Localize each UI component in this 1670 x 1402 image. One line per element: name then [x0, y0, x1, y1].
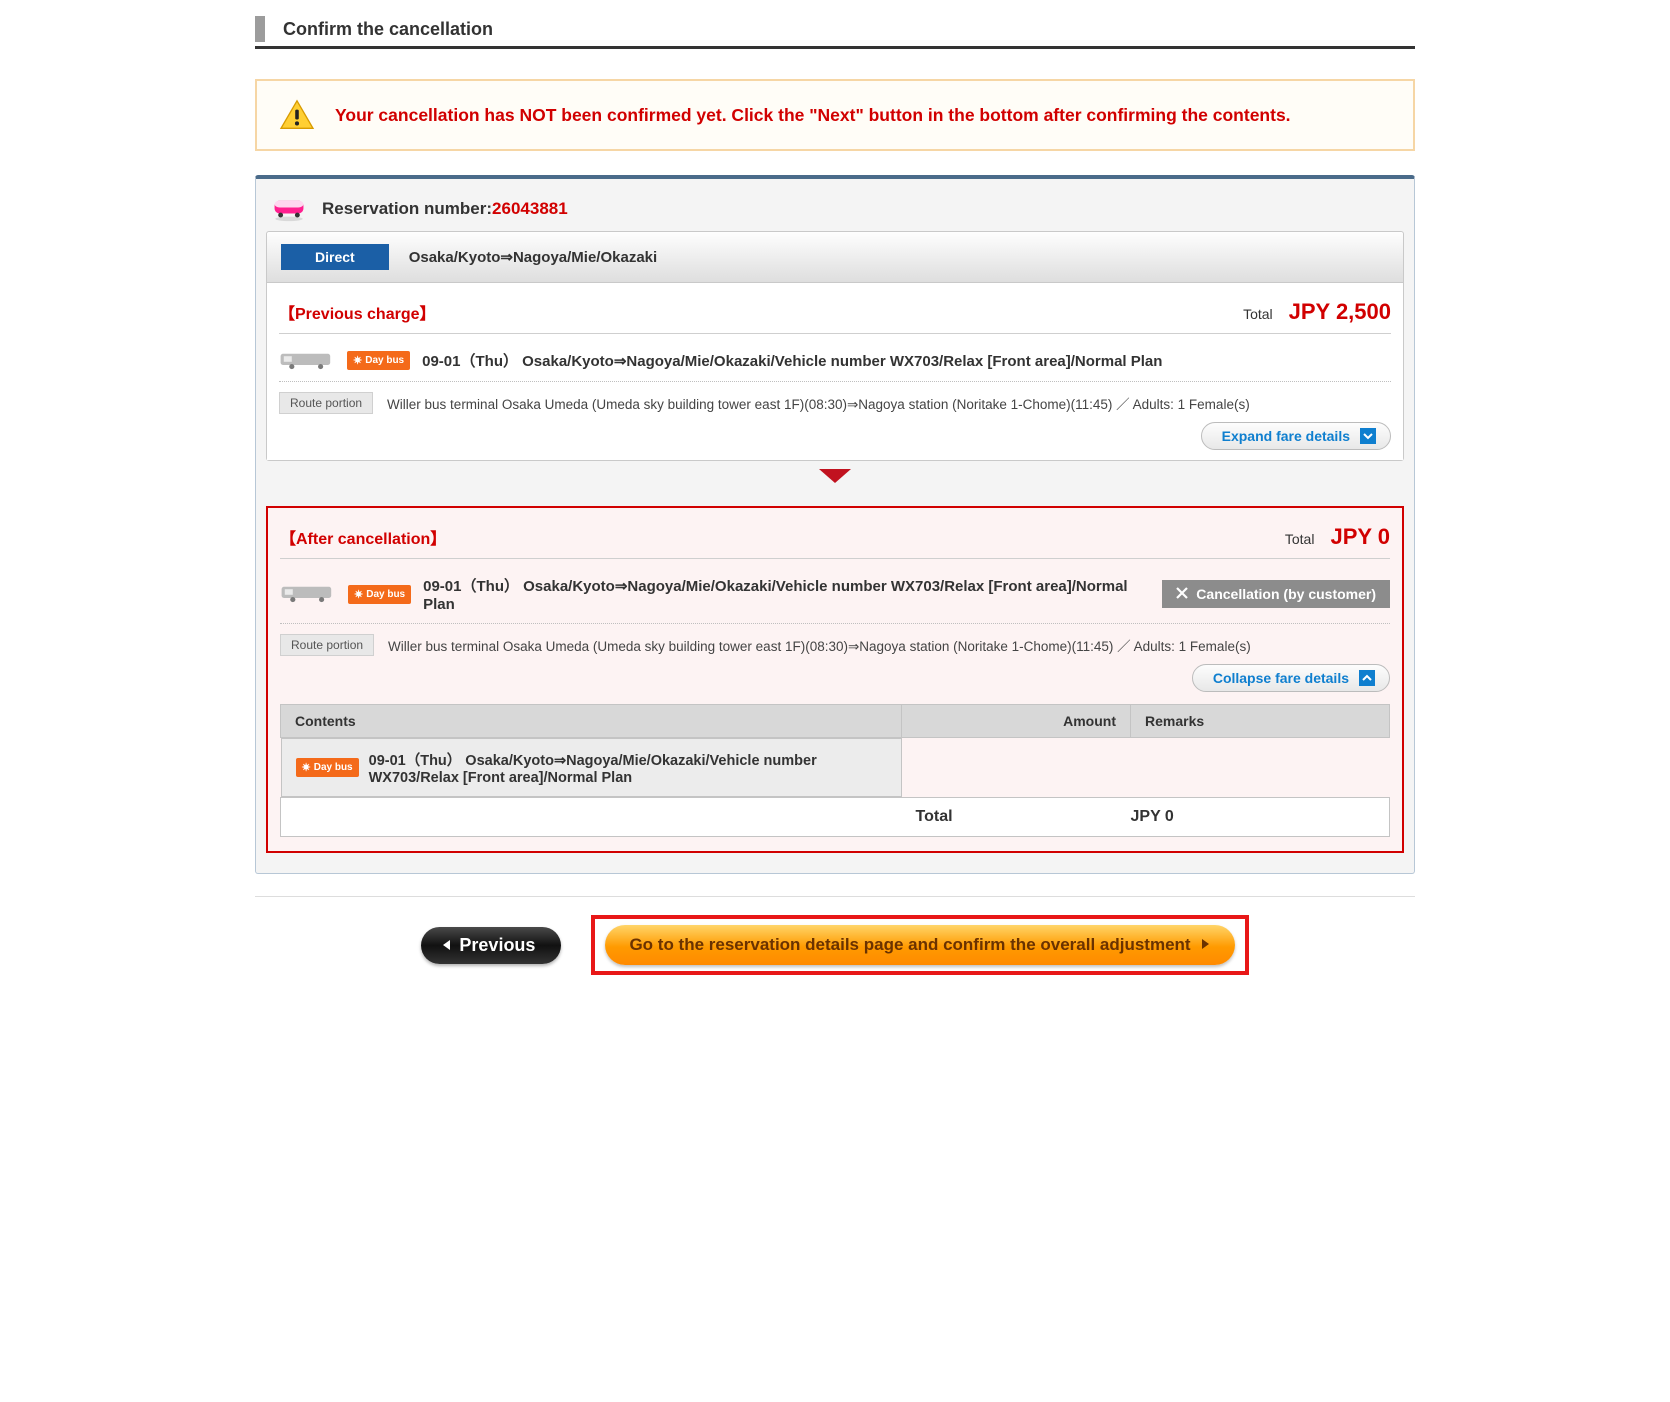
- table-row: Day bus 09-01（Thu） Osaka/Kyoto⇒Nagoya/Mi…: [281, 738, 1390, 798]
- bus-icon: [270, 195, 308, 223]
- chevron-up-icon: [1359, 670, 1375, 686]
- previous-trip-description: 09-01（Thu） Osaka/Kyoto⇒Nagoya/Mie/Okazak…: [422, 350, 1162, 371]
- fare-total-value: JPY 0: [1131, 798, 1390, 837]
- warning-banner: Your cancellation has NOT been confirmed…: [255, 79, 1415, 151]
- day-bus-badge: Day bus: [348, 585, 411, 604]
- fare-total-label: Total: [902, 798, 1131, 837]
- after-cancellation-panel: 【After cancellation】 Total JPY 0 Day bus: [266, 506, 1404, 853]
- previous-charge-panel: 【Previous charge】 Total JPY 2,500: [267, 283, 1403, 460]
- page-title-bar: Confirm the cancellation: [255, 10, 1415, 49]
- next-button-label: Go to the reservation details page and c…: [629, 935, 1190, 955]
- reservation-number-label: Reservation number:: [322, 199, 492, 219]
- day-bus-badge: Day bus: [347, 351, 410, 370]
- reservation-number-value: 26043881: [492, 199, 568, 219]
- fare-row-contents: 09-01（Thu） Osaka/Kyoto⇒Nagoya/Mie/Okazak…: [369, 749, 887, 786]
- reservation-card: Reservation number: 26043881 Direct Osak…: [255, 175, 1415, 874]
- cancellation-badge-label: Cancellation (by customer): [1196, 586, 1376, 602]
- previous-total-value: JPY 2,500: [1289, 299, 1391, 325]
- route-block: Direct Osaka/Kyoto⇒Nagoya/Mie/Okazaki 【P…: [266, 231, 1404, 461]
- route-name: Osaka/Kyoto⇒Nagoya/Mie/Okazaki: [409, 248, 658, 266]
- after-portion-text: Willer bus terminal Osaka Umeda (Umeda s…: [388, 635, 1251, 655]
- previous-total-label: Total: [1243, 306, 1273, 322]
- warning-icon: [279, 99, 315, 131]
- route-header: Direct Osaka/Kyoto⇒Nagoya/Mie/Okazaki: [267, 232, 1403, 283]
- footer-buttons: Previous Go to the reservation details p…: [255, 915, 1415, 975]
- direct-badge: Direct: [281, 244, 389, 270]
- expand-fare-details-button[interactable]: Expand fare details: [1201, 422, 1391, 450]
- route-portion-badge: Route portion: [280, 634, 374, 656]
- previous-portion-row: Route portion Willer bus terminal Osaka …: [279, 382, 1391, 418]
- after-portion-row: Route portion Willer bus terminal Osaka …: [280, 624, 1390, 660]
- title-accent: [255, 16, 265, 42]
- previous-trip-row: Day bus 09-01（Thu） Osaka/Kyoto⇒Nagoya/Mi…: [279, 344, 1391, 382]
- triangle-right-icon: [1201, 935, 1211, 955]
- previous-button-label: Previous: [459, 935, 535, 956]
- after-total-label: Total: [1285, 531, 1315, 547]
- previous-portion-text: Willer bus terminal Osaka Umeda (Umeda s…: [387, 393, 1250, 413]
- bus-side-icon: [280, 584, 336, 604]
- previous-charge-heading: 【Previous charge】: [279, 300, 436, 324]
- after-total-value: JPY 0: [1330, 524, 1390, 550]
- expand-fare-label: Expand fare details: [1222, 428, 1350, 444]
- day-bus-badge: Day bus: [296, 758, 359, 777]
- close-icon: [1176, 586, 1188, 602]
- page-title: Confirm the cancellation: [283, 19, 493, 40]
- table-total-row: Total JPY 0: [281, 798, 1390, 837]
- reservation-header: Reservation number: 26043881: [266, 189, 1404, 231]
- collapse-fare-label: Collapse fare details: [1213, 670, 1349, 686]
- cancellation-badge: Cancellation (by customer): [1162, 580, 1390, 608]
- after-trip-row: Day bus 09-01（Thu） Osaka/Kyoto⇒Nagoya/Mi…: [280, 569, 1390, 624]
- chevron-down-icon: [1360, 428, 1376, 444]
- bus-side-icon: [279, 351, 335, 371]
- route-portion-badge: Route portion: [279, 392, 373, 414]
- warning-text: Your cancellation has NOT been confirmed…: [335, 105, 1291, 126]
- after-trip-description: 09-01（Thu） Osaka/Kyoto⇒Nagoya/Mie/Okazak…: [423, 575, 1143, 613]
- after-cancellation-heading: 【After cancellation】: [280, 525, 446, 549]
- next-button[interactable]: Go to the reservation details page and c…: [605, 925, 1234, 965]
- th-amount: Amount: [902, 705, 1131, 738]
- footer-separator: [255, 896, 1415, 897]
- previous-button[interactable]: Previous: [421, 927, 561, 964]
- triangle-left-icon: [441, 935, 451, 956]
- collapse-fare-details-button[interactable]: Collapse fare details: [1192, 664, 1390, 692]
- fare-details-table: Contents Amount Remarks Day bus 09-01（Th…: [280, 704, 1390, 837]
- down-arrow-icon: [266, 461, 1404, 490]
- th-remarks: Remarks: [1131, 705, 1390, 738]
- th-contents: Contents: [281, 705, 902, 738]
- next-button-highlight: Go to the reservation details page and c…: [591, 915, 1248, 975]
